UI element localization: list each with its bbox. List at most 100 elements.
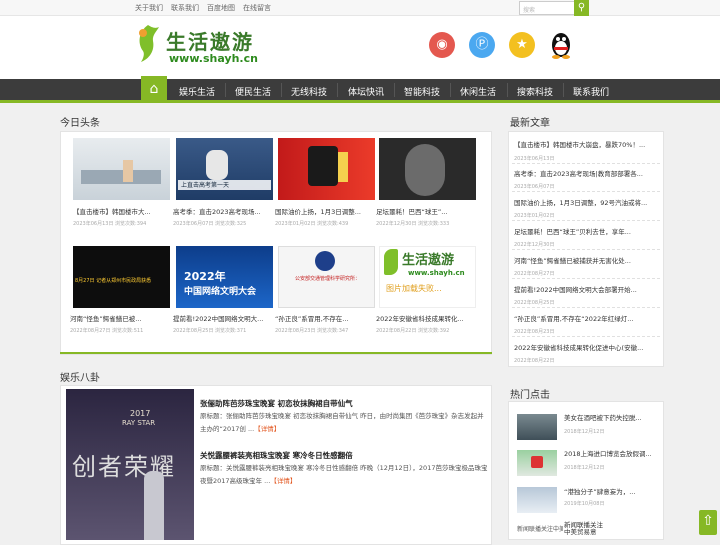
- hot-item[interactable]: 美女在酒吧被下药失控脱...: [564, 412, 660, 422]
- nav-divider: [281, 83, 282, 97]
- nav-divider: [563, 83, 564, 97]
- card-meta-3: 2023年01月02日 浏览次数:439: [275, 221, 349, 227]
- nav-item-contact[interactable]: 联系我们: [573, 85, 609, 98]
- card-meta-6: 2022年08月25日 浏览次数:371: [173, 328, 247, 334]
- card-meta-1: 2023年06月13日 浏览次数:394: [73, 221, 147, 227]
- card-image-1[interactable]: [73, 138, 170, 200]
- nav-item-entertainment[interactable]: 娱乐生活: [179, 85, 215, 98]
- divider: [512, 163, 660, 164]
- latest-date: 2023年06月07日: [514, 184, 555, 190]
- hot-thumb-2[interactable]: [517, 450, 557, 476]
- latest-item[interactable]: “孙正良”系冒用,不存在“2022年红绿灯...: [514, 313, 662, 323]
- card-title-6[interactable]: 提前看!2022中国网络文明大...: [173, 313, 273, 323]
- link-message[interactable]: 在线留言: [243, 3, 271, 13]
- nav-item-smart-tech[interactable]: 智能科技: [404, 85, 440, 98]
- card-title-8[interactable]: 2022年安徽省科技成果转化...: [376, 313, 476, 323]
- top-links: 关于我们 联系我们 百度地图 在线留言: [135, 3, 271, 13]
- nav-divider: [225, 83, 226, 97]
- latest-item[interactable]: 高考季：直击2023高考现场|教育部部署各...: [514, 168, 662, 178]
- headlines-underline: [60, 352, 492, 354]
- latest-item[interactable]: 2022年安徽省科技成果转化促进中心(安徽...: [514, 342, 662, 352]
- latest-item[interactable]: 【直击楼市】韩国楼市大崩盘，暴跌70%！...: [514, 139, 662, 149]
- latest-date: 2023年01月02日: [514, 213, 555, 219]
- nav-item-convenience[interactable]: 便民生活: [235, 85, 271, 98]
- arrow-up-icon: ⇧: [702, 513, 714, 529]
- latest-item[interactable]: 足坛噩耗！巴西“球王”贝利去世，享年...: [514, 226, 662, 236]
- logo-url[interactable]: www.shayh.cn: [169, 52, 258, 65]
- card-image-8-fail: 图片加载失败...: [386, 284, 442, 293]
- headlines-title: 今日头条: [60, 118, 100, 129]
- divider: [512, 220, 660, 221]
- card-title-4[interactable]: 足坛噩耗！巴西“球王”...: [376, 206, 476, 216]
- hot-thumb-3[interactable]: [517, 487, 557, 513]
- divider: [512, 249, 660, 250]
- link-about[interactable]: 关于我们: [135, 3, 163, 13]
- nav-item-search-tech[interactable]: 搜索科技: [517, 85, 553, 98]
- latest-date: 2022年08月27日: [514, 271, 555, 277]
- hot-item[interactable]: 2018上海进口博览会放假调...: [564, 448, 660, 458]
- pinterest-icon[interactable]: Ⓟ: [469, 32, 495, 58]
- card-title-1[interactable]: 【直击楼市】韩国楼市大...: [73, 206, 173, 216]
- hot-thumb-1[interactable]: [517, 414, 557, 440]
- search-button[interactable]: ⚲: [574, 0, 589, 16]
- hot-item[interactable]: 新闻联播关注中美贸易意: [564, 522, 604, 536]
- card-image-7[interactable]: 公安部交通管理科学研究所：: [278, 246, 375, 308]
- top-bar: 关于我们 联系我们 百度地图 在线留言 搜索 ⚲: [0, 0, 720, 16]
- divider: [512, 191, 660, 192]
- nav-divider: [337, 83, 338, 97]
- home-icon[interactable]: ⌂: [141, 76, 167, 103]
- article-excerpt-1: 原标题：张俪助阵芭莎珠宝晚宴 初恋妆抹胸裙自带仙气 昨日，由时尚集团《芭莎珠宝》…: [200, 412, 484, 433]
- latest-date: 2022年08月23日: [514, 329, 555, 335]
- hot-thumb-4-alt[interactable]: 新闻联播关注中美贸易意: [517, 524, 563, 533]
- qq-icon[interactable]: [548, 30, 574, 60]
- nav-divider: [450, 83, 451, 97]
- logo-title[interactable]: 生活遨游: [166, 26, 254, 55]
- link-contact[interactable]: 联系我们: [171, 3, 199, 13]
- card-image-5[interactable]: 8月27日 记者从郑州市民政局获悉: [73, 246, 170, 308]
- card-image-5-caption: 8月27日 记者从郑州市民政局获悉: [75, 278, 152, 284]
- search-input[interactable]: 搜索: [519, 1, 576, 15]
- card-image-8-url: www.shayh.cn: [408, 269, 465, 277]
- nav-item-leisure[interactable]: 休闲生活: [460, 85, 496, 98]
- logo-icon[interactable]: [135, 23, 161, 63]
- nav-item-sports[interactable]: 体坛快讯: [348, 85, 384, 98]
- latest-date: 2022年08月22日: [514, 358, 555, 364]
- card-image-3[interactable]: [278, 138, 375, 200]
- card-image-6[interactable]: 2022年 中国网络文明大会: [176, 246, 273, 308]
- poster-subtitle: RAY STAR: [122, 419, 156, 427]
- article-title-2[interactable]: 关悦露腰裤装亮相珠宝晚宴 寒冷冬日性感翻倍: [200, 450, 353, 461]
- card-title-5[interactable]: 河南“怪鱼”鳄雀鳝已被...: [70, 313, 170, 323]
- more-link[interactable]: 【详情】: [254, 425, 280, 433]
- latest-item[interactable]: 国际油价上扬，1月3日调整，92号汽油或将...: [514, 197, 662, 207]
- hot-title: 热门点击: [510, 390, 550, 401]
- card-title-3[interactable]: 国际油价上扬，1月3日调整...: [275, 206, 375, 216]
- card-meta-7: 2022年08月23日 浏览次数:347: [275, 328, 349, 334]
- latest-date: 2022年12月30日: [514, 242, 555, 248]
- back-to-top-button[interactable]: ⇧: [699, 510, 717, 535]
- card-image-6-year: 2022年: [184, 270, 226, 283]
- latest-item[interactable]: 河南“怪鱼”鳄雀鳝已被捕获并无害化处...: [514, 255, 662, 265]
- card-image-2[interactable]: 上直击高考第一天: [176, 138, 273, 200]
- entertainment-poster[interactable]: 2017 RAY STAR 创者荣耀: [66, 389, 194, 540]
- card-image-8[interactable]: 生活遨游 www.shayh.cn 图片加载失败...: [379, 246, 476, 308]
- latest-date: 2023年06月13日: [514, 156, 555, 162]
- latest-title: 最新文章: [510, 118, 550, 129]
- card-image-4[interactable]: [379, 138, 476, 200]
- hot-date: 2019年10月08日: [564, 501, 605, 507]
- hot-item[interactable]: “港独分子”肆意妄为，...: [564, 486, 660, 496]
- nav-item-wireless[interactable]: 无线科技: [291, 85, 327, 98]
- card-title-7[interactable]: “孙正良”系冒用,不存在...: [275, 313, 375, 323]
- card-image-6-caption: 中国网络文明大会: [184, 287, 257, 297]
- card-image-8-logo: 生活遨游: [402, 253, 455, 268]
- link-baidu-map[interactable]: 百度地图: [207, 3, 235, 13]
- more-link[interactable]: 【详情】: [270, 477, 296, 485]
- card-image-2-caption: 上直击高考第一天: [178, 180, 271, 190]
- card-title-2[interactable]: 高考季：直击2023高考现场...: [173, 206, 273, 216]
- card-meta-8: 2022年08月22日 浏览次数:392: [376, 328, 450, 334]
- star-icon[interactable]: ★: [509, 32, 535, 58]
- article-title-1[interactable]: 张俪助阵芭莎珠宝晚宴 初恋妆抹胸裙自带仙气: [200, 398, 353, 409]
- hot-date: 2018年12月12日: [564, 429, 605, 435]
- latest-item[interactable]: 提前看!2022中国网络文明大会部署开始...: [514, 284, 662, 294]
- card-meta-4: 2022年12月30日 浏览次数:333: [376, 221, 450, 227]
- weibo-icon[interactable]: ◉: [429, 32, 455, 58]
